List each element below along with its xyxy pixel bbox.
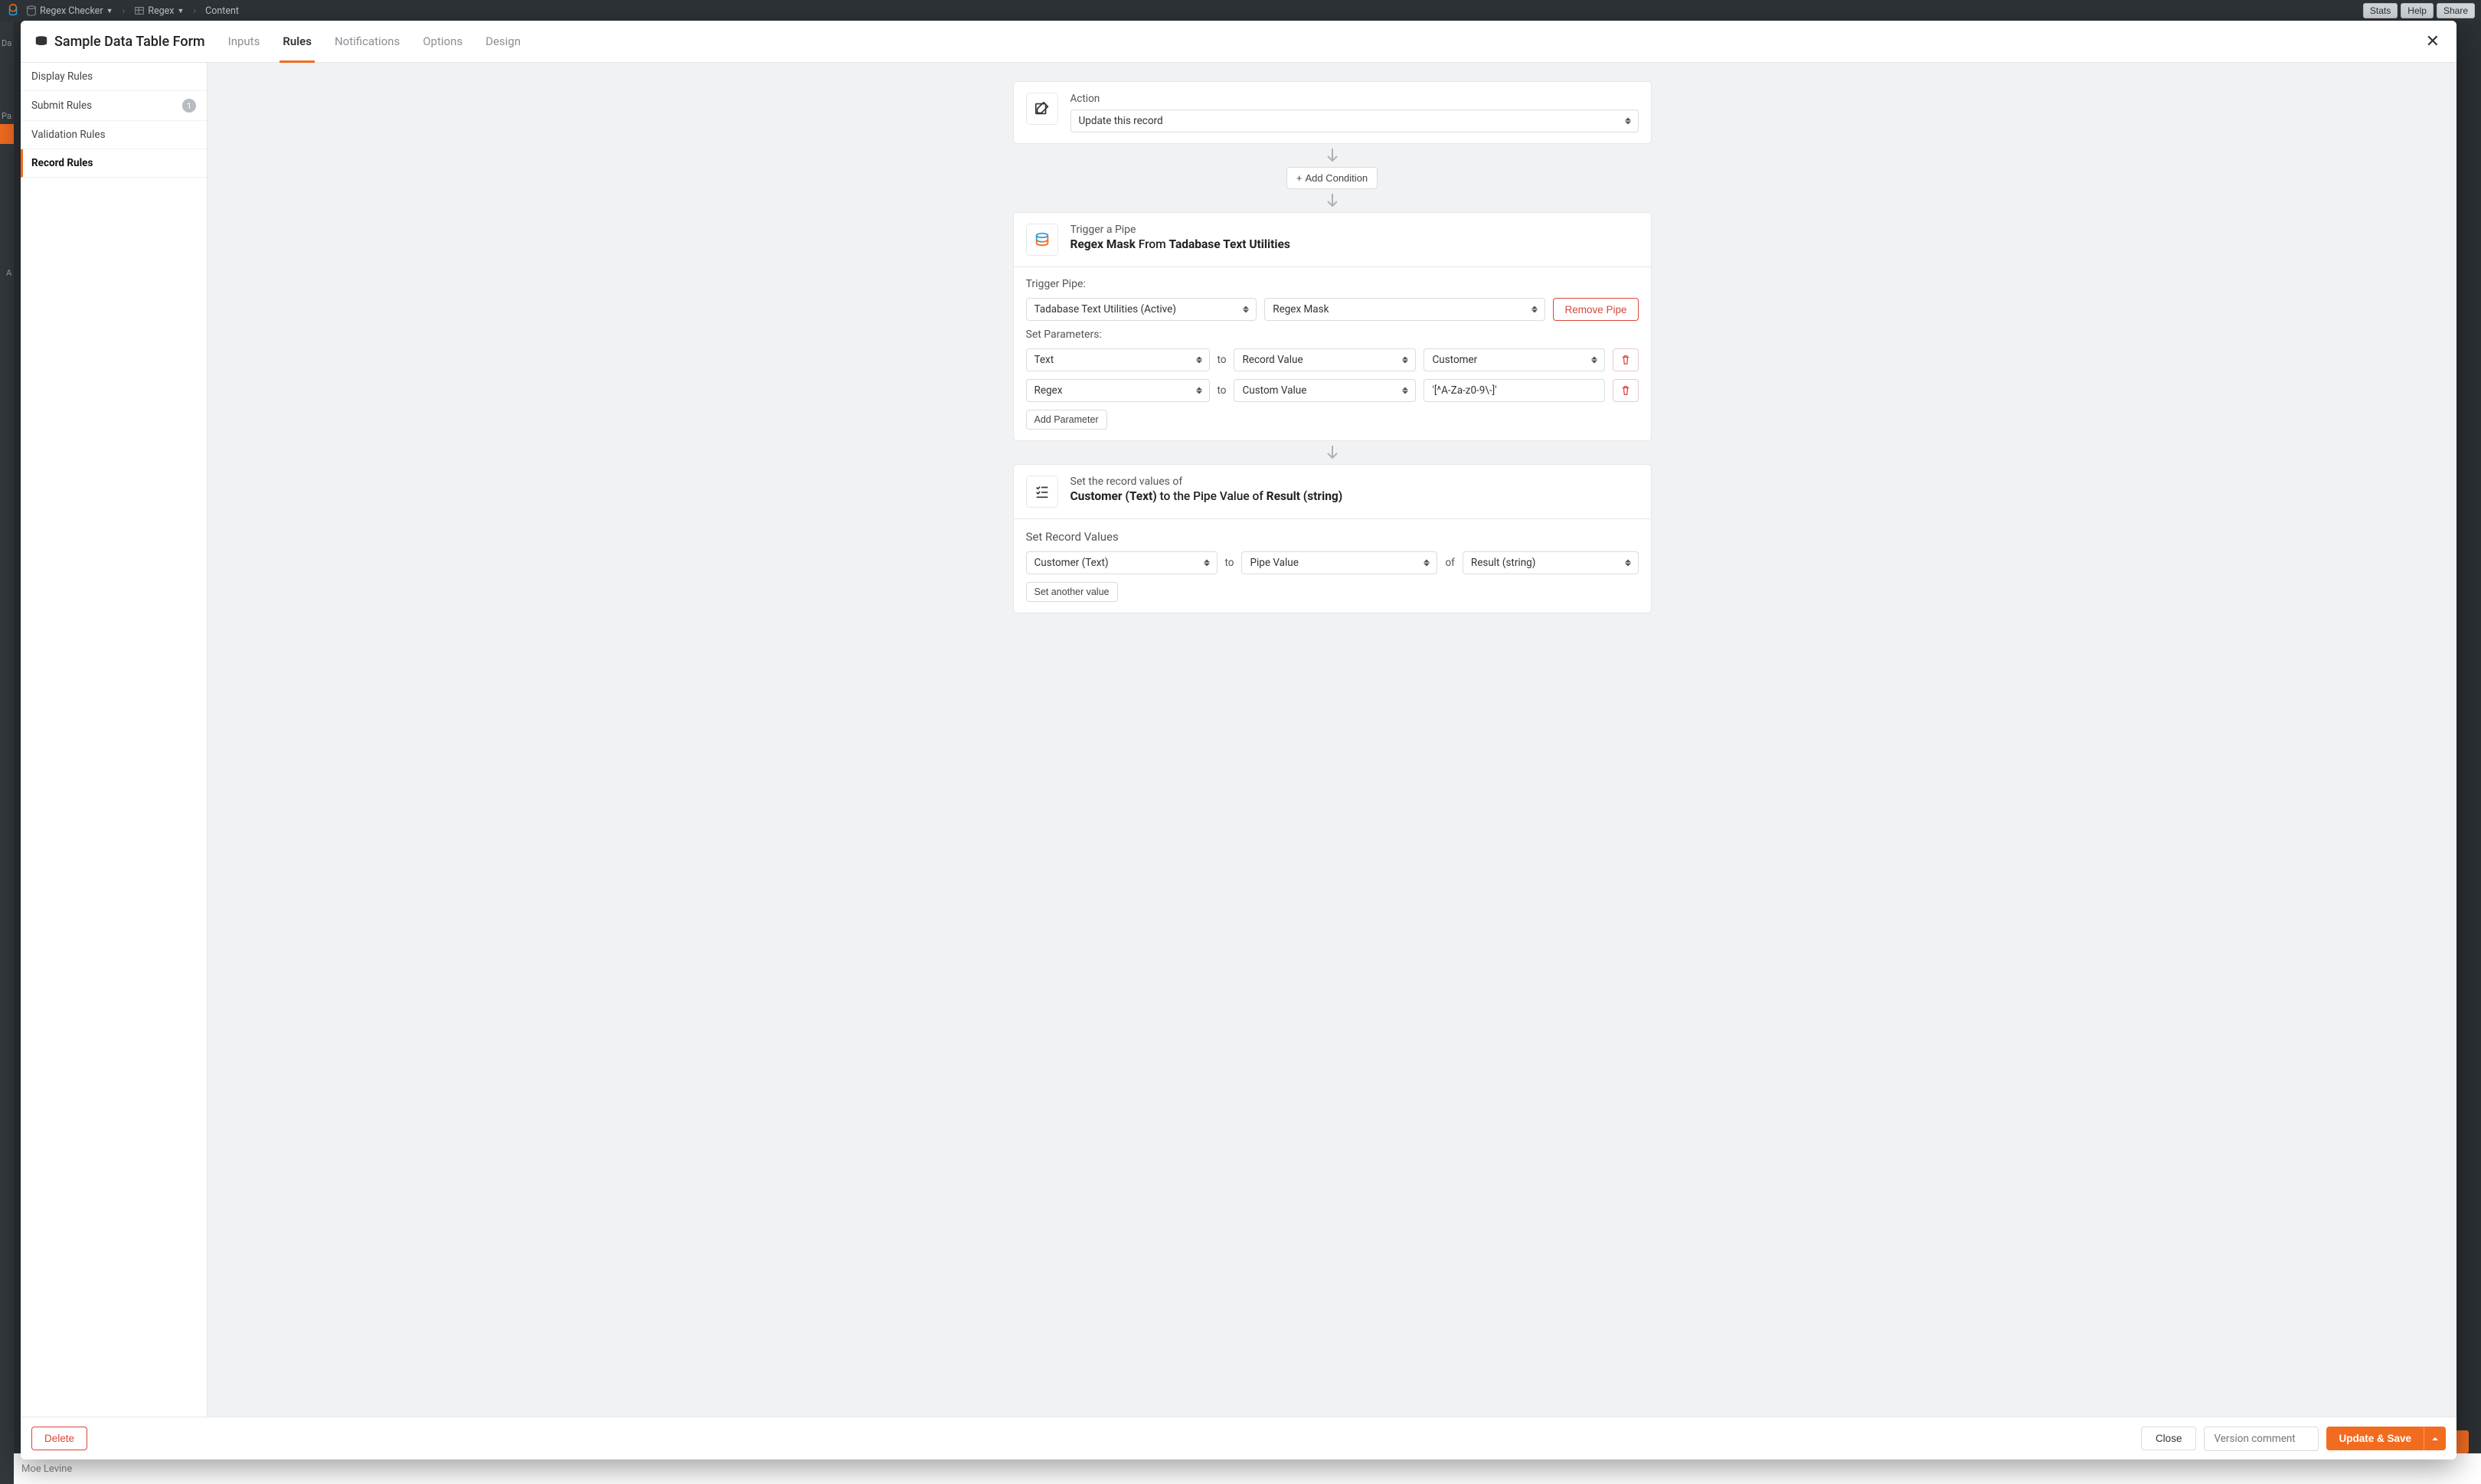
remove-pipe-button[interactable]: Remove Pipe [1553, 298, 1638, 321]
tab-rules[interactable]: Rules [283, 21, 312, 62]
delete-param1-button[interactable] [1613, 348, 1639, 371]
arrow-down-icon [1013, 144, 1652, 167]
database-icon [34, 35, 48, 47]
breadcrumb: Regex Checker ▼ › Regex ▼ › Content [26, 5, 2363, 17]
set-parameters-label: Set Parameters: [1026, 329, 1639, 341]
arrow-down-icon [1013, 189, 1652, 212]
delete-button[interactable]: Delete [31, 1427, 87, 1450]
chevron-right-icon: › [122, 5, 125, 17]
tab-design[interactable]: Design [485, 21, 521, 62]
topbar: Regex Checker ▼ › Regex ▼ › Content Stat… [0, 0, 2481, 21]
modal-footer: Delete Close Update & Save [21, 1417, 2456, 1459]
help-button[interactable]: Help [2401, 3, 2434, 18]
modal-tabs: Inputs Rules Notifications Options Desig… [228, 21, 521, 62]
trash-icon [1620, 385, 1631, 396]
close-icon[interactable]: ✕ [2423, 29, 2443, 54]
sidebar-submit-rules[interactable]: Submit Rules 1 [21, 91, 207, 121]
checklist-icon [1026, 476, 1058, 508]
table-icon [134, 5, 145, 16]
param2-key-select[interactable]: Regex [1026, 379, 1210, 402]
setvals-header-line1: Set the record values of [1071, 476, 1343, 488]
share-button[interactable]: Share [2437, 3, 2475, 18]
trash-icon [1620, 355, 1631, 365]
app-logo-icon [6, 4, 20, 18]
sidebar-validation-rules[interactable]: Validation Rules [21, 121, 207, 149]
action-label: Action [1071, 93, 1639, 105]
plus-icon: + [1296, 172, 1303, 184]
stats-button[interactable]: Stats [2363, 3, 2398, 18]
update-save-button[interactable]: Update & Save [2326, 1427, 2424, 1450]
breadcrumb-content[interactable]: Content [205, 5, 239, 17]
update-save-dropdown[interactable] [2424, 1427, 2446, 1450]
of-label: of [1445, 557, 1454, 569]
pipe-card: Trigger a Pipe Regex Mask From Tadabase … [1013, 212, 1652, 441]
left-sidebar-strip [0, 21, 14, 1484]
add-condition-button[interactable]: + Add Condition [1286, 167, 1378, 189]
to-label: to [1218, 354, 1227, 366]
tab-notifications[interactable]: Notifications [335, 21, 400, 62]
pipe-header-line1: Trigger a Pipe [1071, 224, 1290, 236]
param2-value-input[interactable] [1424, 379, 1604, 402]
pipe-icon [1026, 224, 1058, 256]
submit-rules-count-badge: 1 [182, 99, 196, 113]
pipe-header-line2: Regex Mask From Tadabase Text Utilities [1071, 237, 1290, 251]
add-parameter-button[interactable]: Add Parameter [1026, 410, 1107, 430]
param1-type-select[interactable]: Record Value [1234, 348, 1416, 371]
to-label: to [1225, 557, 1234, 569]
delete-param2-button[interactable] [1613, 379, 1639, 402]
set-record-values-label: Set Record Values [1026, 530, 1639, 544]
modal-title: Sample Data Table Form [34, 34, 205, 50]
version-comment-input[interactable] [2204, 1427, 2319, 1451]
action-card: Action Update this record [1013, 81, 1652, 144]
modal: Sample Data Table Form Inputs Rules Noti… [21, 21, 2456, 1459]
close-button[interactable]: Close [2141, 1427, 2197, 1450]
arrow-down-icon [1013, 441, 1652, 464]
to-label: to [1218, 384, 1227, 397]
tab-inputs[interactable]: Inputs [228, 21, 260, 62]
breadcrumb-db[interactable]: Regex Checker ▼ [26, 5, 113, 17]
rules-sidebar: Display Rules Submit Rules 1 Validation … [21, 63, 208, 1417]
database-icon [26, 5, 37, 16]
param1-key-select[interactable]: Text [1026, 348, 1210, 371]
sidebar-record-rules[interactable]: Record Rules [21, 149, 207, 178]
edit-icon [1026, 93, 1058, 125]
chevron-right-icon: › [193, 5, 196, 17]
tab-options[interactable]: Options [423, 21, 463, 62]
param2-type-select[interactable]: Custom Value [1234, 379, 1416, 402]
set-another-value-button[interactable]: Set another value [1026, 582, 1118, 602]
setval-field-select[interactable]: Customer (Text) [1026, 551, 1218, 574]
modal-header: Sample Data Table Form Inputs Rules Noti… [21, 21, 2456, 63]
sidebar-display-rules[interactable]: Display Rules [21, 63, 207, 91]
pipe-method-select[interactable]: Regex Mask [1264, 298, 1545, 321]
trigger-pipe-label: Trigger Pipe: [1026, 278, 1639, 290]
setval-result-select[interactable]: Result (string) [1463, 551, 1639, 574]
setvals-header-line2: Customer (Text) to the Pipe Value of Res… [1071, 489, 1343, 503]
param1-value-select[interactable]: Customer [1424, 348, 1604, 371]
rules-main: Action Update this record + Ad [208, 63, 2456, 1417]
setval-type-select[interactable]: Pipe Value [1241, 551, 1437, 574]
breadcrumb-table[interactable]: Regex ▼ [134, 5, 184, 17]
set-values-card: Set the record values of Customer (Text)… [1013, 464, 1652, 613]
action-select[interactable]: Update this record [1071, 110, 1639, 132]
pipe-utility-select[interactable]: Tadabase Text Utilities (Active) [1026, 298, 1257, 321]
